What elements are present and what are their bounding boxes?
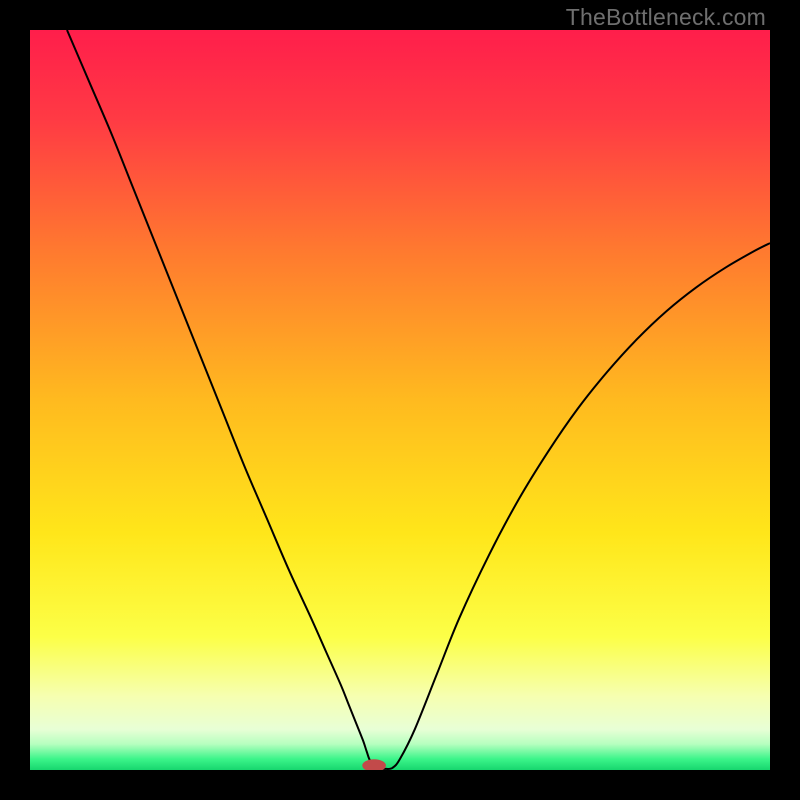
bottleneck-marker	[362, 759, 386, 770]
curve-layer	[30, 30, 770, 770]
chart-frame: TheBottleneck.com	[0, 0, 800, 800]
bottleneck-curve	[67, 30, 770, 769]
watermark-text: TheBottleneck.com	[566, 4, 766, 31]
plot-area	[30, 30, 770, 770]
